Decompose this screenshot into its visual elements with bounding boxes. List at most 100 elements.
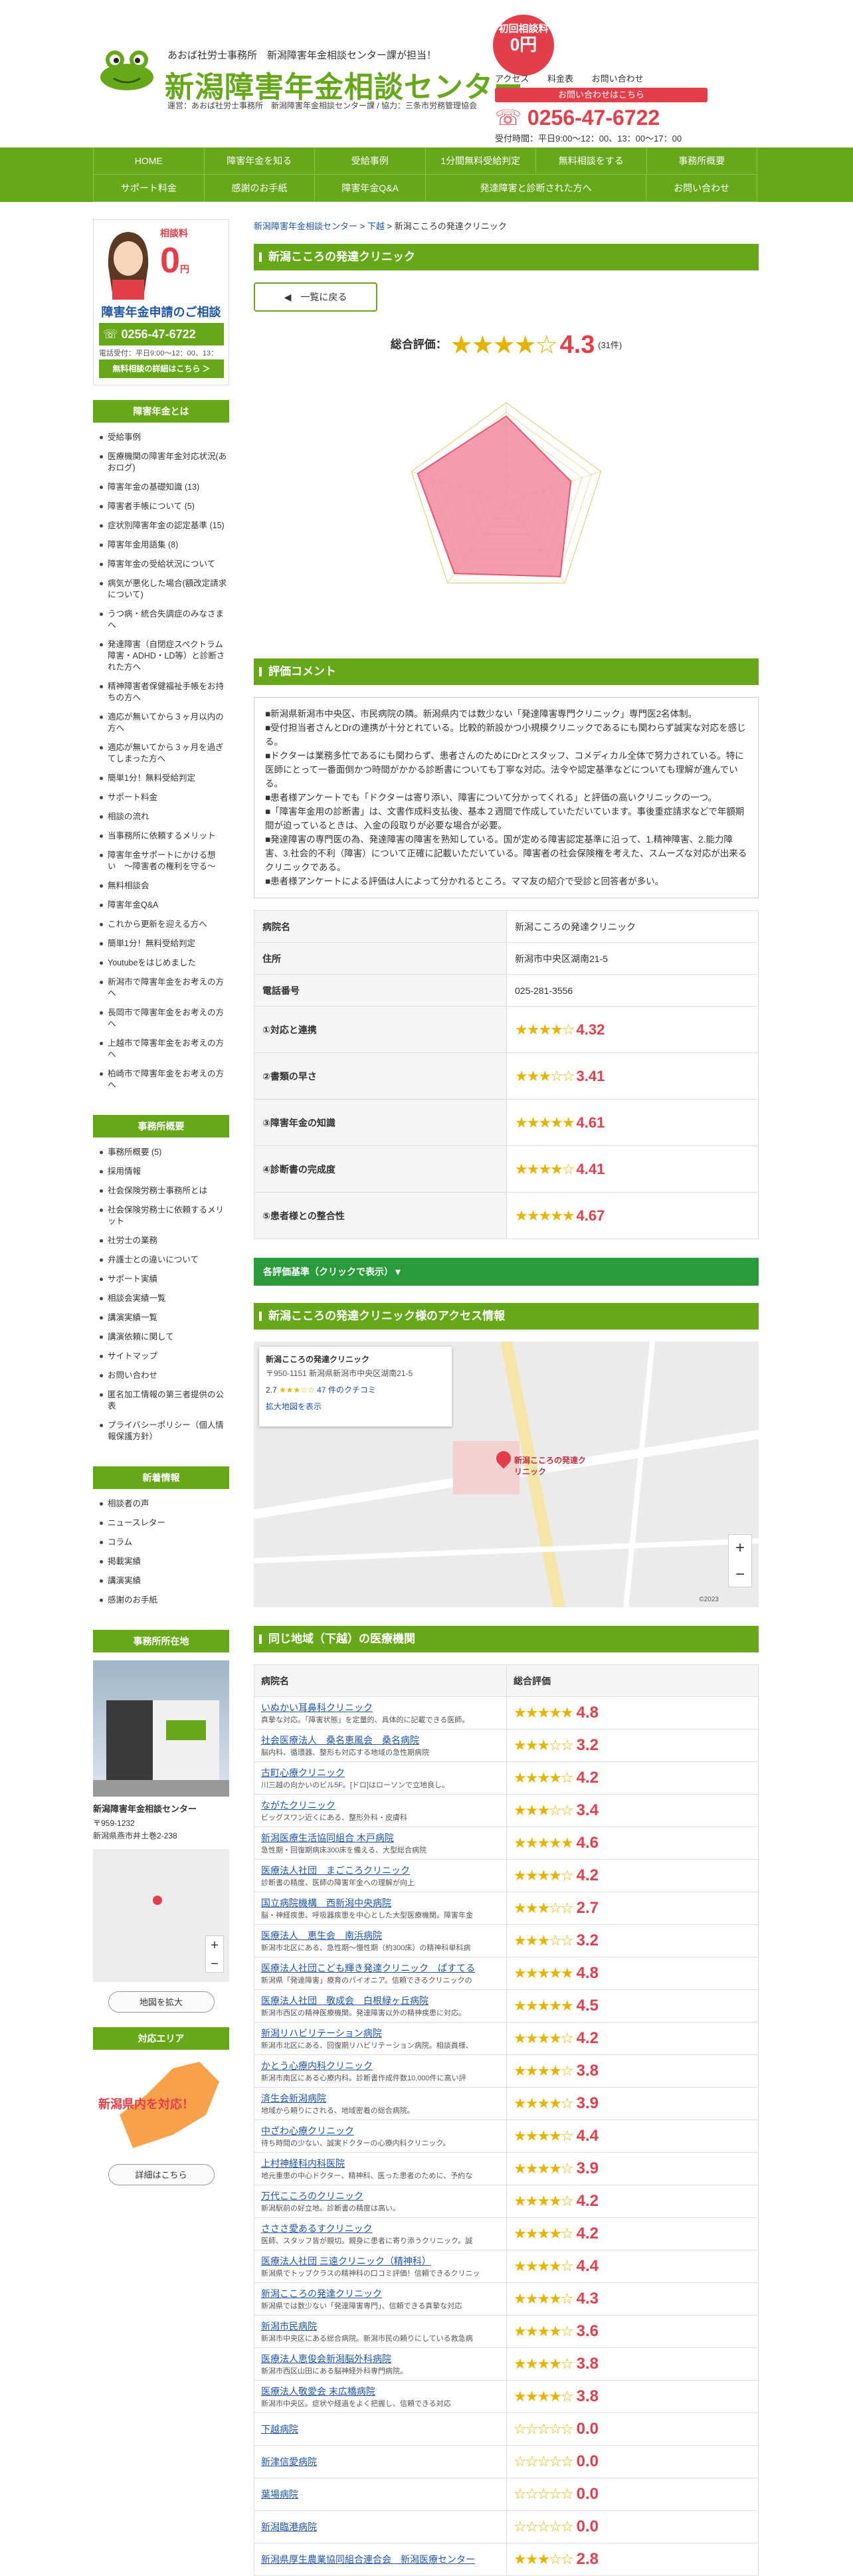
hospital-link[interactable]: 古町心療クリニック (261, 1766, 500, 1779)
sidebar-phone[interactable]: ☏ 0256-47-6722 (99, 323, 224, 346)
nav-cases[interactable]: 受給事例 (315, 148, 426, 174)
sidebar-consult-button[interactable]: 無料相談の詳細はこちら ＞ (99, 359, 224, 378)
sidebar-link[interactable]: 障害年金用語集 (8) (100, 536, 229, 555)
sidebar-link[interactable]: 簡単1分！無料受給判定 (100, 934, 229, 953)
sidebar-link[interactable]: 採用情報 (100, 1162, 229, 1181)
sidebar-link[interactable]: 病気が悪化した場合(額改定請求について) (100, 574, 229, 605)
hospital-link[interactable]: 医療法人社団 敬成会 白根緑ヶ丘病院 (261, 1994, 500, 2007)
hospital-link[interactable]: 医療法人敬愛会 末広橋病院 (261, 2385, 500, 2398)
map-zoom-controls[interactable]: + − (205, 1935, 224, 1973)
price-link[interactable]: 料金表 (547, 74, 573, 84)
sidebar-link[interactable]: 医療機関の障害年金対応状況(あおログ) (100, 447, 229, 478)
hospital-link[interactable]: 新津信愛病院 (261, 2455, 500, 2468)
sidebar-link[interactable]: 障害年金の受給状況について (100, 555, 229, 574)
office-map[interactable]: + − (93, 1849, 229, 1982)
sidebar-link[interactable]: 事務所概要 (5) (100, 1143, 229, 1162)
sidebar-link[interactable]: 無料相談会 (100, 876, 229, 896)
sidebar-link[interactable]: 障害年金Q&A (100, 896, 229, 915)
hospital-link[interactable]: 医療法人社団こども輝き発達クリニック ぱすてる (261, 1961, 500, 1975)
map-zoom-controls[interactable]: + − (728, 1534, 752, 1587)
hospital-link[interactable]: 中ざわ心療クリニック (261, 2124, 500, 2137)
sidebar-link[interactable]: 社労士の業務 (100, 1231, 229, 1250)
hospital-link[interactable]: 葉場病院 (261, 2488, 500, 2501)
nav-faq[interactable]: 障害年金Q&A (315, 175, 427, 201)
access-map[interactable]: 新潟こころの発達クリニック 〒950-1151 新潟県新潟市中央区湖南21-5 … (254, 1341, 759, 1607)
hospital-link[interactable]: 社会医療法人 桑名恵風会 桑名病院 (261, 1734, 500, 1747)
sidebar-link[interactable]: ニュースレター (100, 1514, 229, 1533)
sidebar-link[interactable]: 簡単1分！無料受給判定 (100, 769, 229, 788)
nav-thanks-letters[interactable]: 感謝のお手紙 (205, 175, 316, 201)
map-card-enlarge-link[interactable]: 拡大地図を表示 (266, 1401, 445, 1412)
sidebar-consult-box[interactable]: 相談料 0円 障害年金申請のご相談 ☏ 0256-47-6722 電話受付：平日9… (93, 219, 229, 385)
sidebar-link[interactable]: 長岡市で障害年金をお考えの方へ (100, 1003, 229, 1034)
hospital-link[interactable]: 新潟医療生活協同組合 木戸病院 (261, 1831, 500, 1844)
sidebar-link[interactable]: 障害者手帳について (5) (100, 497, 229, 516)
nav-contact[interactable]: お問い合わせ (646, 175, 758, 201)
sidebar-link[interactable]: 障害年金サポートにかける想い 〜障害者の権利を守る〜 (100, 846, 229, 876)
nav-free-consult[interactable]: 無料相談をする (536, 148, 647, 174)
hospital-link[interactable]: 上村神経科内科医院 (261, 2157, 500, 2170)
sidebar-link[interactable]: 弁護士との違いについて (100, 1250, 229, 1270)
sidebar-link[interactable]: 相談者の声 (100, 1494, 229, 1514)
sidebar-link[interactable]: 障害年金の基礎知識 (13) (100, 478, 229, 497)
sidebar-link[interactable]: 匿名加工情報の第三者提供の公表 (100, 1385, 229, 1416)
hospital-link[interactable]: 医療法人 恵生会 南浜病院 (261, 1929, 500, 1942)
hospital-link[interactable]: 済生会新潟病院 (261, 2092, 500, 2105)
back-to-list-button[interactable]: ◀ 一覧に戻る (254, 282, 377, 312)
hospital-link[interactable]: ながたクリニック (261, 1799, 500, 1812)
sidebar-link[interactable]: 上越市で障害年金をお考えの方へ (100, 1034, 229, 1064)
sidebar-link[interactable]: 新潟市で障害年金をお考えの方へ (100, 973, 229, 1003)
access-link[interactable]: アクセス (495, 74, 529, 84)
sidebar-link[interactable]: 発達障害（自閉症スペクトラム障害・ADHD・LD等）と診断された方へ (100, 635, 229, 677)
area-detail-button[interactable]: 詳細はこちら (108, 2164, 215, 2185)
sidebar-link[interactable]: これから更新を迎える方へ (100, 915, 229, 934)
breadcrumb-home[interactable]: 新潟障害年金相談センター (254, 221, 357, 231)
breadcrumb-region[interactable]: 下越 (367, 221, 385, 231)
nav-home[interactable]: HOME (93, 148, 205, 174)
sidebar-link[interactable]: 受給事例 (100, 428, 229, 447)
contact-button[interactable]: お問い合わせはこちら (495, 88, 708, 102)
sidebar-link[interactable]: 社会保険労務士事務所とは (100, 1181, 229, 1201)
hospital-link[interactable]: 万代こころのクリニック (261, 2189, 500, 2203)
sidebar-link[interactable]: うつ病・統合失調症のみなさまへ (100, 605, 229, 635)
sidebar-link[interactable]: 適応が無いてから３ヶ月以内の方へ (100, 708, 229, 738)
sidebar-link[interactable]: 当事務所に依頼するメリット (100, 827, 229, 846)
sidebar-link[interactable]: 社会保険労務士に依頼するメリット (100, 1201, 229, 1231)
hospital-link[interactable]: いぬかい耳鼻科クリニック (261, 1701, 500, 1714)
nav-developmental[interactable]: 発達障害と診断された方へ (426, 175, 647, 201)
sidebar-link[interactable]: 適応が無いてから３ヶ月を過ぎてしまった方へ (100, 738, 229, 769)
frog-logo-icon[interactable] (96, 47, 157, 93)
sidebar-link[interactable]: コラム (100, 1533, 229, 1552)
criteria-toggle[interactable]: 各評価基準（クリックで表示）▼ (254, 1258, 759, 1286)
hospital-link[interactable]: 新潟市民病院 (261, 2320, 500, 2333)
sidebar-link[interactable]: お問い合わせ (100, 1366, 229, 1385)
hospital-link[interactable]: 新潟こころの発達クリニック (261, 2287, 500, 2300)
nav-support-fee[interactable]: サポート料金 (93, 175, 205, 201)
nav-eligibility-check[interactable]: 1分間無料受給判定 (426, 148, 536, 174)
sidebar-link[interactable]: 講演依頼に関して (100, 1328, 229, 1347)
sidebar-link[interactable]: サポート実績 (100, 1270, 229, 1289)
hospital-link[interactable]: 新潟臨港病院 (261, 2520, 500, 2533)
sidebar-link[interactable]: 精神障害者保健福祉手帳をお持ちの方へ (100, 677, 229, 708)
hospital-link[interactable]: 医療法人社団 まごころクリニック (261, 1864, 500, 1877)
hospital-link[interactable]: 医療法人社団 三遠クリニック（精神科） (261, 2254, 500, 2268)
sidebar-link[interactable]: 相談会実績一覧 (100, 1289, 229, 1308)
sidebar-link[interactable]: 講演実績一覧 (100, 1308, 229, 1328)
contact-link[interactable]: お問い合わせ (592, 74, 644, 84)
sidebar-link[interactable]: サポート料金 (100, 788, 229, 807)
sidebar-link[interactable]: 感謝のお手紙 (100, 1591, 229, 1610)
hospital-link[interactable]: 国立病院機構 西新潟中央病院 (261, 1896, 500, 1910)
header-phone[interactable]: ☏ 0256-47-6722 (495, 105, 660, 130)
hospital-link[interactable]: 新潟県厚生農業協同組合連合会 新潟医療センター (261, 2553, 500, 2566)
hospital-link[interactable]: 下越病院 (261, 2423, 500, 2436)
hospital-link[interactable]: 新潟リハビリテーション病院 (261, 2027, 500, 2040)
sidebar-link[interactable]: プライバシーポリシー（個人情報保護方針） (100, 1416, 229, 1446)
area-banner[interactable]: 新潟県内を対応！ (93, 2055, 229, 2155)
hospital-link[interactable]: さささ愛あるすクリニック (261, 2222, 500, 2235)
hospital-link[interactable]: かとう心療内科クリニック (261, 2059, 500, 2072)
nav-about-pension[interactable]: 障害年金を知る (205, 148, 315, 174)
sidebar-link[interactable]: 講演実績 (100, 1571, 229, 1591)
sidebar-link[interactable]: 柏崎市で障害年金をお考えの方へ (100, 1064, 229, 1095)
enlarge-map-button[interactable]: 地図を拡大 (108, 1991, 215, 2013)
sidebar-link[interactable]: 相談の流れ (100, 807, 229, 827)
